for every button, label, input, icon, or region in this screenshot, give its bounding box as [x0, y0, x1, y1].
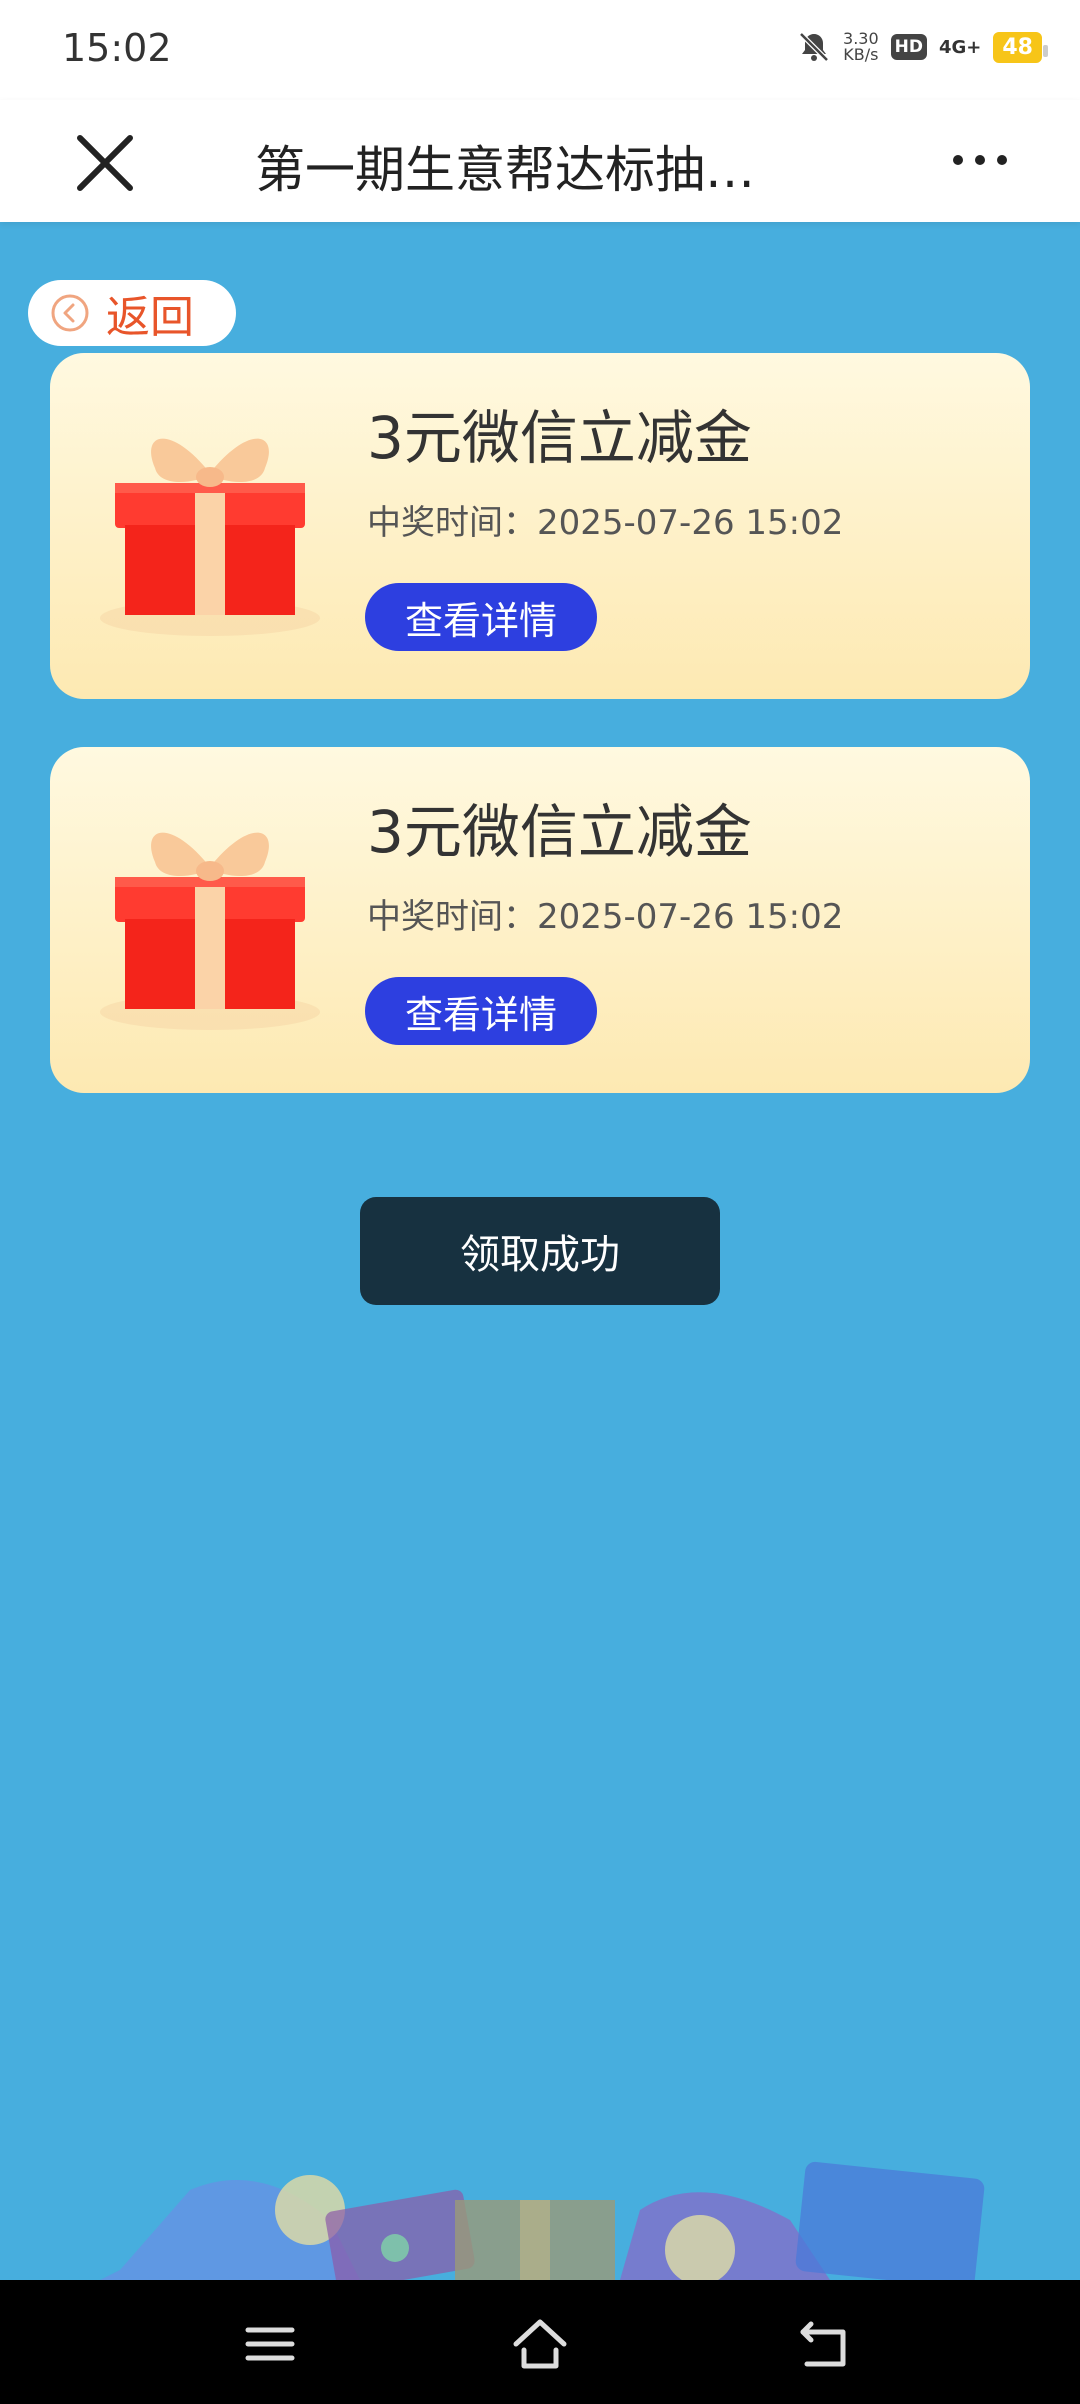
view-details-button[interactable]: 查看详情 — [365, 583, 597, 651]
network-speed: 3.30 KB/s — [843, 29, 879, 64]
view-details-button[interactable]: 查看详情 — [365, 977, 597, 1045]
prize-title: 3元微信立减金 — [367, 404, 752, 472]
decorative-illustration — [100, 2161, 985, 2280]
prize-time: 中奖时间：2025-07-26 15:02 — [367, 503, 844, 543]
gift-box-icon — [100, 832, 320, 1030]
menu-icon[interactable] — [240, 2314, 300, 2374]
nav-bar: 第一期生意帮达标抽… — [0, 100, 1080, 222]
prize-card: 3元微信立减金 中奖时间：2025-07-26 15:02 查看详情 — [50, 353, 1030, 699]
hd-badge: HD — [890, 34, 927, 60]
network-type: 4G+ — [938, 36, 982, 58]
system-nav-bar — [0, 2280, 1080, 2404]
mute-bell-icon — [799, 32, 829, 62]
back-icon[interactable] — [795, 2314, 855, 2374]
prize-card: 3元微信立减金 中奖时间：2025-07-26 15:02 查看详情 — [50, 747, 1030, 1093]
chevron-left-circle-icon — [51, 294, 89, 332]
home-icon[interactable] — [510, 2314, 570, 2374]
status-time: 15:02 — [62, 26, 172, 70]
page-title: 第一期生意帮达标抽… — [255, 141, 755, 199]
back-button[interactable]: 返回 — [28, 280, 236, 346]
back-button-label: 返回 — [106, 292, 194, 343]
status-bar: 15:02 3.30 KB/s HD 4G+ 48 — [0, 0, 1080, 100]
toast-message: 领取成功 — [360, 1197, 720, 1305]
more-icon[interactable] — [950, 140, 1010, 180]
prize-title: 3元微信立减金 — [367, 798, 752, 866]
close-icon[interactable] — [70, 128, 140, 198]
battery-indicator: 48 — [993, 31, 1048, 63]
prize-time: 中奖时间：2025-07-26 15:02 — [367, 897, 844, 937]
status-icons: 3.30 KB/s HD 4G+ 48 — [797, 29, 1048, 64]
gift-box-icon — [100, 438, 320, 636]
